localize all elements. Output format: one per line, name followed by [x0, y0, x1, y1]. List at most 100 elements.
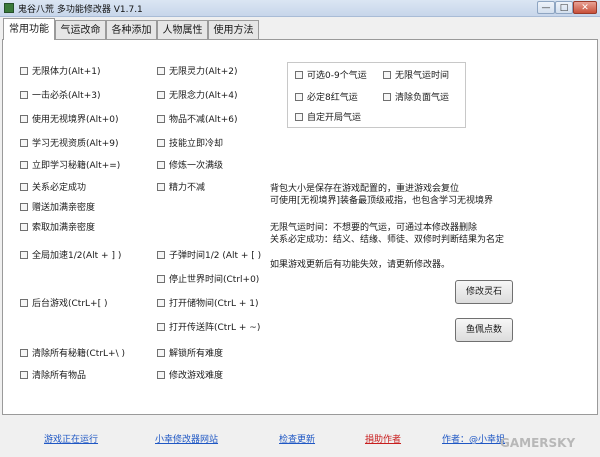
watermark: GAMERSKY — [500, 436, 576, 450]
checkbox[interactable] — [157, 371, 165, 379]
tab-luck-fate[interactable]: 气运改命 — [55, 20, 106, 39]
note-ignore-realm: 可使用[无视境界]装备最顶级戒指，也包含学习无视境界 — [270, 196, 494, 206]
title-bar: 鬼谷八荒 多功能修改器 V1.7.1 — □ ✕ — [0, 0, 600, 17]
option-label: 全局加速1/2(Alt + ] ) — [32, 251, 122, 261]
option-gift-max-intimacy[interactable]: 赠送加满亲密度 — [20, 202, 95, 214]
checkbox[interactable] — [20, 299, 28, 307]
checkbox[interactable] — [157, 275, 165, 283]
site-link[interactable]: 小幸修改器网站 — [155, 432, 218, 445]
option-ignore-realm[interactable]: 使用无视境界(Alt+0) — [20, 114, 118, 126]
checkbox[interactable] — [157, 91, 165, 99]
checkbox[interactable] — [20, 223, 28, 231]
option-open-teleport[interactable]: 打开传送阵(CtrL + ~) — [157, 322, 260, 334]
checkbox[interactable] — [157, 161, 165, 169]
checkbox[interactable] — [157, 349, 165, 357]
option-energy-no-decrease[interactable]: 精力不减 — [157, 182, 205, 194]
checkbox[interactable] — [383, 71, 391, 79]
checkbox[interactable] — [20, 91, 28, 99]
option-one-cultivation-max[interactable]: 修炼一次满级 — [157, 160, 223, 172]
option-background-game[interactable]: 后台游戏(CtrL+[ ) — [20, 298, 107, 310]
option-label: 物品不减(Alt+6) — [169, 115, 238, 125]
option-unlimited-luck-time[interactable]: 无限气运时间 — [383, 70, 449, 82]
option-request-max-intimacy[interactable]: 索取加满亲密度 — [20, 222, 95, 234]
note-bag-size: 背包大小是保存在游戏配置的，重进游戏会复位 — [270, 184, 460, 194]
donate-link[interactable]: 捐助作者 — [365, 432, 401, 445]
checkbox[interactable] — [295, 113, 303, 121]
option-stop-world-time[interactable]: 停止世界时间(Ctrl+0) — [157, 274, 259, 286]
modify-spirit-stone-button[interactable]: 修改灵石 — [455, 280, 513, 304]
option-bullet-time[interactable]: 子弹时间1/2 (Alt + [ ) — [157, 250, 261, 262]
checkbox[interactable] — [20, 139, 28, 147]
checkbox[interactable] — [383, 93, 391, 101]
option-label: 清除所有物品 — [32, 371, 87, 381]
option-unlimited-spirit[interactable]: 无限灵力(Alt+2) — [157, 66, 237, 78]
tab-character-attributes[interactable]: 人物属性 — [157, 20, 208, 39]
checkbox[interactable] — [157, 299, 165, 307]
option-custom-start-luck[interactable]: 自定开局气运 — [295, 112, 361, 124]
option-label: 自定开局气运 — [307, 113, 362, 123]
note-luck-time: 无限气运时间：不想要的气运，可通过本修改器删除 — [270, 223, 478, 233]
checkbox[interactable] — [157, 139, 165, 147]
fish-points-button[interactable]: 鱼佩点数 — [455, 318, 513, 342]
option-eight-red-luck[interactable]: 必定8红气运 — [295, 92, 358, 104]
option-modify-difficulty[interactable]: 修改游戏难度 — [157, 370, 223, 382]
option-one-hit-kill[interactable]: 一击必杀(Alt+3) — [20, 90, 100, 102]
checkbox[interactable] — [295, 71, 303, 79]
option-label: 赠送加满亲密度 — [32, 203, 96, 213]
checkbox[interactable] — [20, 115, 28, 123]
checkbox[interactable] — [20, 183, 28, 191]
app-icon — [4, 3, 14, 13]
checkbox[interactable] — [20, 371, 28, 379]
tab-common[interactable]: 常用功能 — [3, 18, 55, 40]
option-label: 索取加满亲密度 — [32, 223, 96, 233]
checkbox[interactable] — [20, 203, 28, 211]
check-update-link[interactable]: 检查更新 — [279, 432, 315, 445]
option-label: 无限气运时间 — [395, 71, 450, 81]
checkbox[interactable] — [157, 251, 165, 259]
option-label: 一击必杀(Alt+3) — [32, 91, 101, 101]
note-update: 如果游戏更新后有功能失效，请更新修改器。 — [270, 260, 451, 270]
option-relation-success[interactable]: 关系必定成功 — [20, 182, 86, 194]
author-link[interactable]: 作者：@小幸姐 — [442, 432, 505, 445]
checkbox[interactable] — [295, 93, 303, 101]
option-label: 子弹时间1/2 (Alt + [ ) — [169, 251, 262, 261]
checkbox[interactable] — [157, 115, 165, 123]
checkbox[interactable] — [20, 161, 28, 169]
tab-usage[interactable]: 使用方法 — [208, 20, 259, 39]
option-label: 后台游戏(CtrL+[ ) — [32, 299, 108, 309]
option-clear-items[interactable]: 清除所有物品 — [20, 370, 86, 382]
option-label: 解锁所有难度 — [169, 349, 224, 359]
option-label: 关系必定成功 — [32, 183, 87, 193]
option-unlock-difficulty[interactable]: 解锁所有难度 — [157, 348, 223, 360]
note-relation: 关系必定成功：结义、结缘、师徒、双修时判断结果为名定 — [270, 235, 505, 245]
option-ignore-aptitude[interactable]: 学习无视资质(Alt+9) — [20, 138, 118, 150]
option-label: 打开传送阵(CtrL + ~) — [169, 323, 261, 333]
option-unlimited-mind[interactable]: 无限念力(Alt+4) — [157, 90, 237, 102]
maximize-button[interactable]: □ — [555, 1, 573, 14]
checkbox[interactable] — [157, 323, 165, 331]
option-label: 无限灵力(Alt+2) — [169, 67, 238, 77]
checkbox[interactable] — [157, 183, 165, 191]
option-unlimited-stamina[interactable]: 无限体力(Alt+1) — [20, 66, 100, 78]
checkbox[interactable] — [20, 349, 28, 357]
checkbox[interactable] — [20, 251, 28, 259]
option-clear-manuals[interactable]: 清除所有秘籍(CtrL+\ ) — [20, 348, 125, 360]
option-global-speed[interactable]: 全局加速1/2(Alt + ] ) — [20, 250, 121, 262]
option-instant-learn[interactable]: 立即学习秘籍(Alt+=) — [20, 160, 120, 172]
option-label: 必定8红气运 — [307, 93, 358, 103]
option-choose-luck[interactable]: 可选0-9个气运 — [295, 70, 367, 82]
option-label: 打开储物间(CtrL + 1) — [169, 299, 259, 309]
game-status-link[interactable]: 游戏正在运行 — [44, 432, 98, 445]
minimize-button[interactable]: — — [537, 1, 555, 14]
option-label: 清除负面气运 — [395, 93, 450, 103]
option-label: 技能立即冷却 — [169, 139, 224, 149]
option-open-storage[interactable]: 打开储物间(CtrL + 1) — [157, 298, 259, 310]
tab-add-items[interactable]: 各种添加 — [106, 20, 157, 39]
close-button[interactable]: ✕ — [573, 1, 597, 14]
checkbox[interactable] — [20, 67, 28, 75]
option-label: 使用无视境界(Alt+0) — [32, 115, 119, 125]
checkbox[interactable] — [157, 67, 165, 75]
option-items-no-decrease[interactable]: 物品不减(Alt+6) — [157, 114, 237, 126]
option-clear-negative-luck[interactable]: 清除负面气运 — [383, 92, 449, 104]
option-instant-cooldown[interactable]: 技能立即冷却 — [157, 138, 223, 150]
